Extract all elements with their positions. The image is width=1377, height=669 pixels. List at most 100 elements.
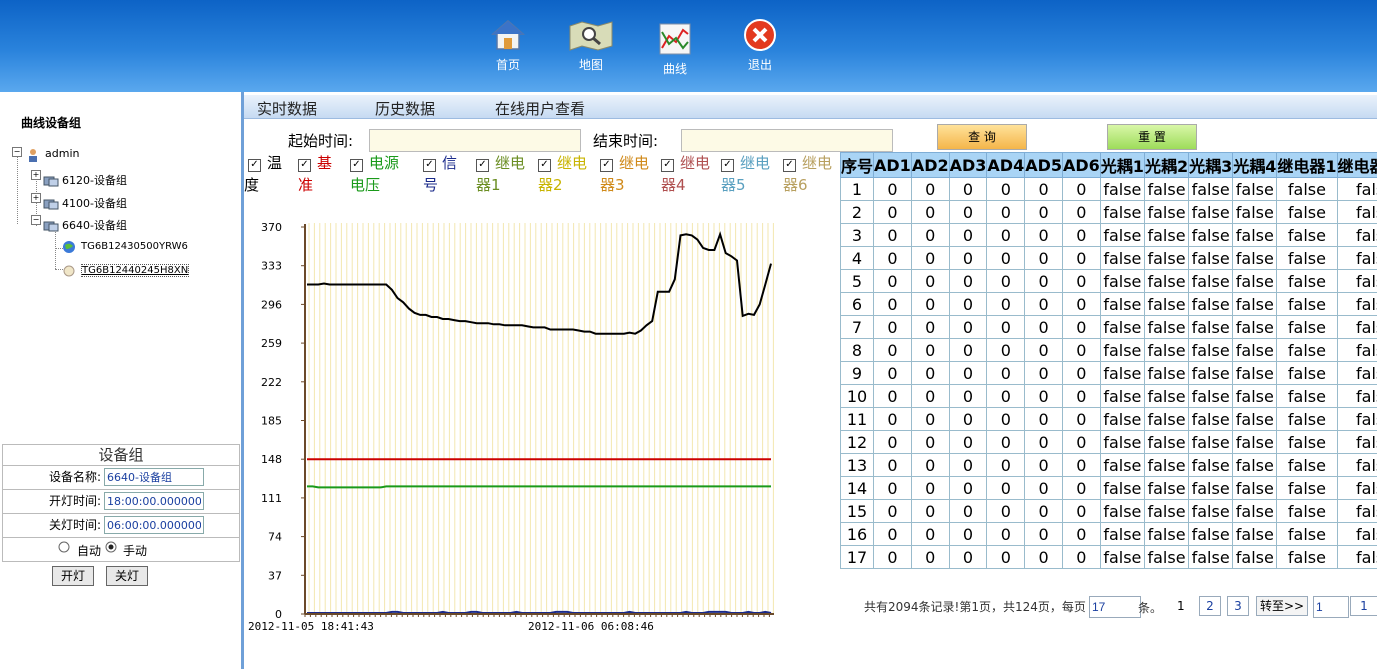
table-cell: 0	[910, 223, 950, 247]
chart-series	[307, 231, 772, 614]
checkbox-checked[interactable]: ✓	[248, 159, 261, 172]
table-row[interactable]: 3000000falsefalsefalsefalsefalsefalse	[839, 223, 1377, 247]
checkbox-checked[interactable]: ✓	[538, 159, 551, 172]
legend-reference[interactable]: ✓ 基 准	[298, 152, 332, 196]
tree-expand-group-1[interactable]: +	[31, 170, 41, 180]
legend-relay-3[interactable]: ✓ 继电 器3	[600, 152, 649, 196]
device-name-input[interactable]	[104, 468, 204, 486]
checkbox-checked[interactable]: ✓	[350, 159, 363, 172]
start-time-input[interactable]	[369, 129, 581, 152]
table-row[interactable]: 7000000falsefalsefalsefalsefalsefalse	[839, 315, 1377, 339]
legend-relay-2[interactable]: ✓ 继电 器2	[538, 152, 587, 196]
tree-collapse-group-3[interactable]: −	[31, 215, 41, 225]
table-cell: 0	[1062, 407, 1101, 431]
table-cell: false	[1276, 177, 1338, 201]
goto-button[interactable]: 转至>>	[1256, 596, 1308, 616]
table-row[interactable]: 4000000falsefalsefalsefalsefalsefalse	[839, 246, 1377, 270]
table-row[interactable]: 10000000falsefalsefalsefalsefalsefalse	[839, 384, 1377, 408]
device-name-row: 设备名称:	[2, 466, 240, 490]
table-row[interactable]: 2000000falsefalsefalsefalsefalsefalse	[839, 200, 1377, 224]
table-cell: false	[1099, 338, 1145, 362]
column-header: 光耦4	[1232, 152, 1278, 178]
goto-page-input[interactable]	[1313, 596, 1349, 618]
page-size-input[interactable]	[1089, 596, 1141, 618]
tab-bar: 实时数据 历史数据 在线用户查看	[244, 95, 1377, 119]
table-row[interactable]: 6000000falsefalsefalsefalsefalsefalse	[839, 292, 1377, 316]
auto-radio[interactable]	[58, 541, 70, 556]
checkbox-checked[interactable]: ✓	[423, 159, 436, 172]
light-off-input[interactable]	[104, 516, 204, 534]
legend-label: 基	[317, 154, 333, 172]
tree-expand-group-2[interactable]: +	[31, 193, 41, 203]
light-off-button[interactable]: 关灯	[106, 566, 149, 586]
tree-device-1[interactable]: TG6B12430500YRW6	[62, 240, 188, 253]
legend-relay-6[interactable]: ✓ 继电 器6	[783, 152, 832, 196]
table-cell: 0	[986, 545, 1026, 569]
table-row[interactable]: 9000000falsefalsefalsefalsefalsefalse	[839, 361, 1377, 385]
tab-online-users[interactable]: 在线用户查看	[495, 98, 585, 119]
legend-relay-1[interactable]: ✓ 继电 器1	[476, 152, 525, 196]
table-row[interactable]: 15000000falsefalsefalsefalsefalsefalse	[839, 499, 1377, 523]
page-link-2[interactable]: 2	[1199, 596, 1221, 616]
table-row[interactable]: 16000000falsefalsefalsefalsefalsefalse	[839, 522, 1377, 546]
tree-root[interactable]: admin	[26, 147, 79, 162]
reset-button[interactable]: 重 置	[1107, 124, 1197, 150]
table-row[interactable]: 1000000falsefalsefalsefalsefalsefalse	[839, 177, 1377, 201]
checkbox-checked[interactable]: ✓	[661, 159, 674, 172]
table-cell: false	[1099, 269, 1145, 293]
tree-group-3[interactable]: 6640-设备组	[43, 217, 127, 233]
table-row[interactable]: 14000000falsefalsefalsefalsefalsefalse	[839, 476, 1377, 500]
legend-relay-5[interactable]: ✓ 继电 器5	[721, 152, 770, 196]
nav-home[interactable]: 首页	[478, 18, 538, 73]
table-cell: 6	[839, 292, 875, 316]
manual-radio[interactable]	[105, 541, 117, 556]
table-cell: 0	[1024, 384, 1063, 408]
tree-device-2[interactable]: TG6B12440245H8XN	[62, 264, 190, 277]
table-cell: 0	[986, 384, 1026, 408]
y-axis-ticks: 37033329625922218514811174370	[261, 221, 305, 621]
table-row[interactable]: 12000000falsefalsefalsefalsefalsefalse	[839, 430, 1377, 454]
legend-relay-4[interactable]: ✓ 继电 器4	[661, 152, 710, 196]
checkbox-checked[interactable]: ✓	[721, 159, 734, 172]
table-cell: false	[1099, 223, 1145, 247]
nav-curve[interactable]: 曲线	[645, 22, 705, 77]
table-cell: 0	[948, 430, 988, 454]
table-cell: 0	[986, 407, 1026, 431]
tab-history[interactable]: 历史数据	[375, 98, 435, 119]
checkbox-checked[interactable]: ✓	[783, 159, 796, 172]
table-cell: 0	[986, 499, 1026, 523]
table-cell: false	[1336, 499, 1377, 523]
legend-temperature[interactable]: ✓ 温 度	[244, 152, 282, 196]
nav-exit[interactable]: 退出	[730, 18, 790, 73]
checkbox-checked[interactable]: ✓	[600, 159, 613, 172]
table-row[interactable]: 8000000falsefalsefalsefalsefalsefalse	[839, 338, 1377, 362]
nav-map[interactable]: 地图	[561, 18, 621, 73]
table-cell: false	[1276, 292, 1338, 316]
end-time-input[interactable]	[681, 129, 893, 152]
search-button[interactable]: 查 询	[937, 124, 1027, 150]
tab-realtime[interactable]: 实时数据	[257, 98, 317, 119]
table-cell: false	[1099, 200, 1145, 224]
table-cell: false	[1276, 545, 1338, 569]
page-link-3[interactable]: 3	[1227, 596, 1249, 616]
page-link-1[interactable]: 1	[1177, 599, 1185, 613]
checkbox-checked[interactable]: ✓	[476, 159, 489, 172]
tree-collapse-root[interactable]: −	[12, 147, 22, 157]
light-on-input[interactable]	[104, 492, 204, 510]
table-cell: 0	[910, 200, 950, 224]
top-navigation-bar: 首页 地图 曲线 退出	[0, 0, 1377, 92]
tree-group-2[interactable]: 4100-设备组	[43, 195, 127, 211]
checkbox-checked[interactable]: ✓	[298, 159, 311, 172]
table-cell: 3	[839, 223, 875, 247]
table-cell: 0	[873, 430, 912, 454]
table-row[interactable]: 11000000falsefalsefalsefalsefalsefalse	[839, 407, 1377, 431]
table-row[interactable]: 5000000falsefalsefalsefalsefalsefalse	[839, 269, 1377, 293]
table-row[interactable]: 17000000falsefalsefalsefalsefalsefalse	[839, 545, 1377, 569]
light-on-button[interactable]: 开灯	[52, 566, 95, 586]
legend-signal[interactable]: ✓ 信 号	[423, 152, 457, 196]
legend-power-voltage[interactable]: ✓ 电源 电压	[350, 152, 399, 196]
table-cell: 0	[1062, 269, 1101, 293]
table-cell: 0	[1062, 545, 1101, 569]
tree-group-1[interactable]: 6120-设备组	[43, 172, 127, 188]
table-row[interactable]: 13000000falsefalsefalsefalsefalsefalse	[839, 453, 1377, 477]
